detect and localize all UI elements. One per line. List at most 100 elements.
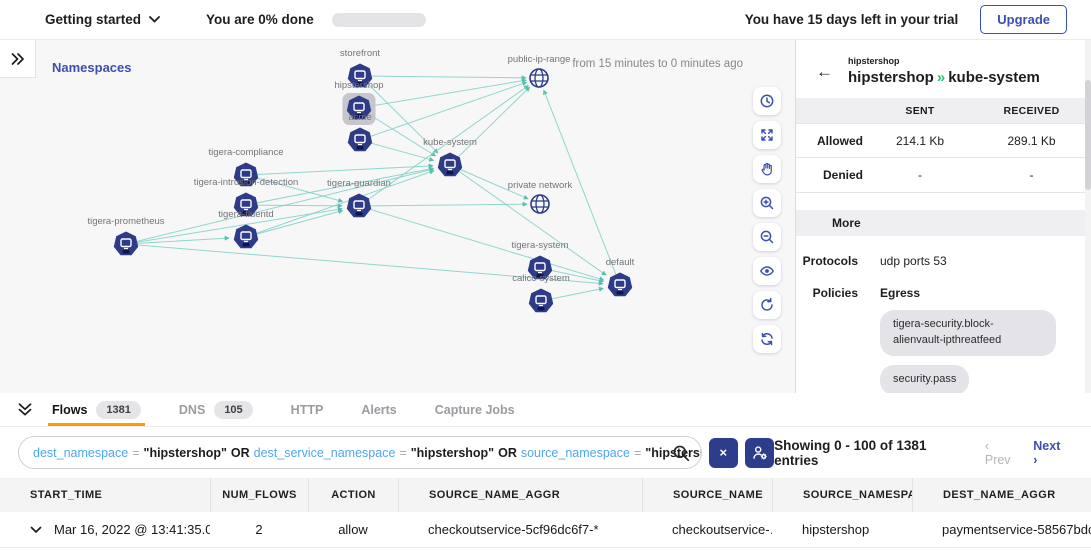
detail-eyebrow: hipstershop — [848, 56, 1040, 66]
search-icon — [672, 444, 691, 463]
flows-table-header: START_TIMENUM_FLOWSACTIONSOURCE_NAME_AGG… — [0, 478, 1091, 512]
zoom-in-button[interactable] — [753, 189, 781, 217]
graph-node-label: tigera-compliance — [209, 147, 284, 158]
table-cell: allow — [308, 522, 398, 537]
next-page-link[interactable]: Next › — [1033, 439, 1067, 467]
graph-edge[interactable] — [360, 76, 526, 78]
graph-edge[interactable] — [246, 205, 342, 206]
table-cell: 2 — [210, 522, 308, 537]
chevron-down-icon — [149, 16, 160, 23]
tab-alerts[interactable]: Alerts — [357, 393, 400, 426]
column-header-action[interactable]: ACTION — [308, 478, 398, 512]
table-cell: hipstershop — [772, 522, 912, 537]
tab-capture-jobs[interactable]: Capture Jobs — [431, 393, 519, 426]
getting-started-label: Getting started — [45, 12, 141, 27]
policies-label: Policies — [796, 286, 858, 393]
stats-rows: Allowed 214.1 Kb 289.1 KbDenied - - — [796, 123, 1091, 193]
graph-toolbar — [753, 87, 781, 353]
pan-button[interactable] — [753, 155, 781, 183]
expand-left-panel-button[interactable] — [0, 40, 36, 78]
graph-node-label: tigera-system — [511, 240, 568, 251]
column-header-start_time[interactable]: START_TIME — [0, 478, 210, 512]
protocols-value: udp ports 53 — [880, 254, 947, 268]
tab-label: Alerts — [361, 403, 396, 417]
tab-label: HTTP — [291, 403, 324, 417]
column-header-dest_name_aggr[interactable]: DEST_NAME_AGGR — [912, 478, 1091, 512]
clear-query-button[interactable]: × — [709, 438, 738, 468]
expand-row-chevron-icon[interactable] — [30, 526, 42, 534]
tab-count-badge: 1381 — [96, 401, 140, 419]
cell-start-time: Mar 16, 2022 @ 13:41:35.000 — [54, 522, 210, 537]
graph-node-calico-system[interactable]: calico-system — [512, 273, 570, 312]
more-section-header[interactable]: More — [796, 210, 1091, 236]
graph-node-tigera-prometheus[interactable]: tigera-prometheus — [87, 216, 164, 255]
graph-node-tigera-fluentd[interactable]: tigera-fluentd — [218, 209, 273, 248]
graph-edge[interactable] — [450, 87, 530, 165]
upgrade-button[interactable]: Upgrade — [980, 5, 1067, 34]
double-chevron-right-icon — [11, 53, 25, 65]
column-header-source_namespace[interactable]: SOURCE_NAMESPACE — [772, 478, 912, 512]
zoom-out-button[interactable] — [753, 223, 781, 251]
prev-page-link[interactable]: ‹ Prev — [985, 439, 1017, 467]
graph-node-label: tigera-intrusion-detection — [194, 177, 299, 188]
graph-node-label: kube-system — [423, 137, 477, 148]
undo-icon — [759, 297, 775, 313]
policy-tag[interactable]: security.pass — [880, 365, 969, 393]
graph-node-tigera-guardian[interactable]: tigera-guardian — [327, 178, 391, 217]
stats-sent-value: - — [863, 168, 977, 182]
fit-view-button[interactable] — [753, 121, 781, 149]
protocols-label: Protocols — [796, 254, 858, 268]
column-header-source_name[interactable]: SOURCE_NAME — [642, 478, 772, 512]
query-token-keyword: OR — [231, 446, 250, 460]
graph-edge[interactable] — [359, 80, 526, 108]
graph-node-kube-system[interactable]: kube-system — [423, 137, 477, 176]
graph-node-label: acme — [348, 112, 371, 123]
refresh-button[interactable] — [753, 325, 781, 353]
query-search-input[interactable]: dest_namespace="hipstershop"ORdest_servi… — [18, 436, 702, 469]
graph-node-label: tigera-guardian — [327, 178, 391, 189]
history-button[interactable] — [753, 87, 781, 115]
history-icon — [759, 93, 775, 109]
graph-node-label: hipstershop — [334, 80, 383, 91]
tab-http[interactable]: HTTP — [287, 393, 328, 426]
progress-bar — [332, 13, 426, 27]
user-query-settings-button[interactable] — [745, 438, 774, 468]
namespace-graph[interactable]: storefrontpublic-ip-rangehipstershopacme… — [0, 40, 795, 393]
table-cell: paymentservice-58567bdc — [912, 522, 1091, 537]
table-cell: checkoutservice-5cf96dc6f7-* — [398, 522, 642, 537]
query-token-op: = — [634, 446, 641, 460]
egress-label: Egress — [880, 286, 1056, 300]
stats-row-label: Allowed — [796, 134, 863, 148]
detail-scrollbar[interactable] — [1085, 40, 1091, 393]
graph-node-label: default — [606, 257, 635, 268]
query-token-keyword: OR — [498, 446, 517, 460]
tab-label: Capture Jobs — [435, 403, 515, 417]
getting-started-menu[interactable]: Getting started — [45, 12, 160, 27]
table-row[interactable]: Mar 16, 2022 @ 13:41:35.0002allowcheckou… — [0, 512, 1091, 548]
graph-node-acme[interactable]: acme — [348, 112, 372, 151]
collapse-bottom-panel-button[interactable] — [18, 393, 32, 426]
graph-edge[interactable] — [359, 204, 527, 206]
graph-node-private-network[interactable]: private network — [508, 180, 573, 213]
tab-dns[interactable]: DNS105 — [175, 393, 257, 426]
tab-flows[interactable]: Flows1381 — [48, 393, 145, 426]
query-text: dest_namespace="hipstershop"ORdest_servi… — [33, 444, 702, 462]
entries-count-label: Showing 0 - 100 of 1381 entries — [774, 438, 969, 468]
graph-node-default[interactable]: default — [606, 257, 635, 296]
undo-button[interactable] — [753, 291, 781, 319]
graph-node-label: calico-system — [512, 273, 570, 284]
back-arrow-icon[interactable]: ← — [816, 63, 833, 80]
show-hide-button[interactable] — [753, 257, 781, 285]
column-header-source_name_aggr[interactable]: SOURCE_NAME_AGGR — [398, 478, 642, 512]
tab-count-badge: 105 — [214, 401, 252, 419]
query-token-value: "hipstershop" — [144, 446, 227, 460]
flow-direction-icon: » — [937, 69, 945, 86]
graph-edge[interactable] — [360, 82, 527, 140]
query-token-field: source_namespace — [521, 446, 630, 460]
graph-node-label: tigera-prometheus — [87, 216, 164, 227]
column-header-num_flows[interactable]: NUM_FLOWS — [210, 478, 308, 512]
stats-header-row: SENT RECEIVED — [796, 98, 1091, 123]
zoom-in-icon — [759, 195, 775, 211]
stats-received-value: - — [977, 168, 1086, 182]
policy-tag[interactable]: tigera-security.block-alienvault-ipthrea… — [880, 310, 1056, 356]
